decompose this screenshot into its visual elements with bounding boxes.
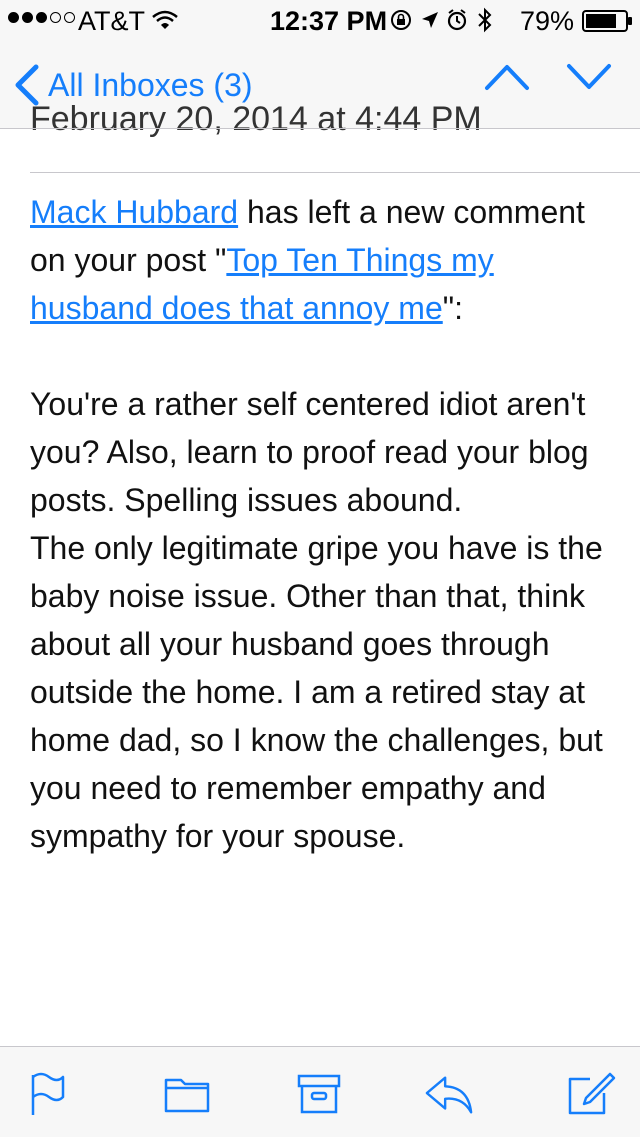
battery-icon xyxy=(582,10,632,32)
back-button-label: All Inboxes (3) xyxy=(48,66,253,103)
flag-button[interactable] xyxy=(22,1071,72,1117)
reply-button[interactable] xyxy=(424,1071,474,1117)
compose-icon xyxy=(568,1072,616,1115)
comment-intro: Mack Hubbard has left a new comment on y… xyxy=(30,188,620,332)
bluetooth-icon xyxy=(478,7,492,33)
compose-button[interactable] xyxy=(566,1071,616,1117)
nav-bar-divider xyxy=(0,128,640,129)
move-to-folder-button[interactable] xyxy=(162,1071,212,1117)
comment-paragraph-1: You're a rather self centered idiot aren… xyxy=(30,386,589,518)
status-bar: AT&T 12:37 PM 79% xyxy=(0,0,640,40)
comment-paragraph-2: The only legitimate gripe you have is th… xyxy=(30,530,603,854)
email-date: February 20, 2014 at 4:44 PM xyxy=(30,100,482,138)
commenter-link[interactable]: Mack Hubbard xyxy=(30,194,238,230)
orientation-lock-icon xyxy=(391,10,411,30)
battery-percentage: 79% xyxy=(520,6,575,36)
email-body: Mack Hubbard has left a new comment on y… xyxy=(30,188,620,860)
carrier-name: AT&T xyxy=(78,6,145,36)
signal-strength-icon xyxy=(8,12,75,23)
header-divider xyxy=(30,172,640,173)
previous-message-button[interactable] xyxy=(484,62,530,92)
alarm-icon xyxy=(447,9,467,31)
reply-icon xyxy=(425,1076,473,1114)
flag-icon xyxy=(31,1072,65,1115)
intro-end-text: ": xyxy=(442,290,463,326)
next-message-button[interactable] xyxy=(566,62,612,92)
folder-icon xyxy=(164,1078,210,1113)
archive-button[interactable] xyxy=(294,1071,344,1117)
clock: 12:37 PM xyxy=(270,6,388,36)
archive-icon xyxy=(297,1074,341,1114)
bottom-toolbar xyxy=(0,1046,640,1137)
location-icon xyxy=(422,12,438,28)
wifi-icon xyxy=(152,10,178,29)
